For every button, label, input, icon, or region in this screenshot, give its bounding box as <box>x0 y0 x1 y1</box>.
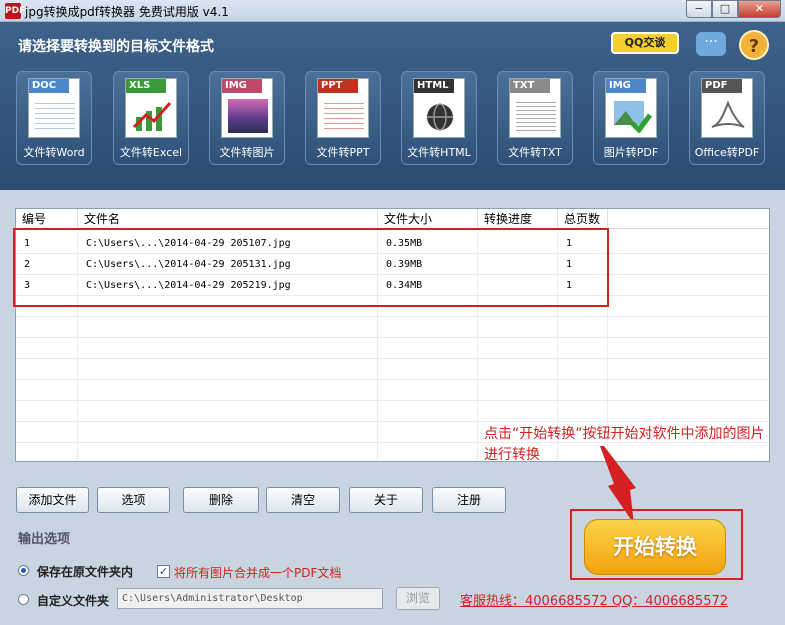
add-file-button[interactable]: 添加文件 <box>16 487 89 513</box>
qq-chat-button[interactable]: QQ交谈 <box>611 32 679 54</box>
close-button[interactable]: ✕ <box>738 0 781 18</box>
empty-row <box>16 401 769 422</box>
column-header-filename[interactable]: 文件名 <box>78 209 378 229</box>
save-original-radio[interactable] <box>18 565 29 576</box>
options-button[interactable]: 选项 <box>97 487 170 513</box>
word-doc-icon: DOC <box>28 78 80 138</box>
tool-label: 文件转HTML <box>407 146 471 159</box>
tool-label: 图片转PDF <box>603 146 659 159</box>
table-header: 编号 文件名 文件大小 转换进度 总页数 <box>16 209 769 229</box>
html-globe-icon: HTML <box>413 78 465 138</box>
image-check-icon: IMG <box>605 78 657 138</box>
format-header: 请选择要转换到的目标文件格式 QQ交谈 ··· ? DOC 文件转Word XL… <box>0 22 785 190</box>
about-button[interactable]: 关于 <box>349 487 423 513</box>
title-bar: PDF jpg转换成pdf转换器 免费试用版 v4.1 − □ ✕ <box>0 0 785 22</box>
pdf-acrobat-icon: PDF <box>701 78 753 138</box>
tool-txt[interactable]: TXT 文件转TXT <box>497 71 573 165</box>
column-header-id[interactable]: 编号 <box>16 209 78 229</box>
custom-folder-label[interactable]: 自定义文件夹 <box>37 592 109 609</box>
empty-row <box>16 380 769 401</box>
tool-word[interactable]: DOC 文件转Word <box>16 71 92 165</box>
column-header-pages[interactable]: 总页数 <box>558 209 608 229</box>
tool-ppt[interactable]: PPT 文件转PPT <box>305 71 381 165</box>
tool-image[interactable]: IMG 文件转图片 <box>209 71 285 165</box>
header-title: 请选择要转换到的目标文件格式 <box>18 39 214 55</box>
tool-excel[interactable]: XLS 文件转Excel <box>113 71 189 165</box>
output-path-input[interactable]: C:\Users\Administrator\Desktop <box>117 588 383 609</box>
start-convert-button[interactable]: 开始转换 <box>584 519 726 575</box>
excel-chart-icon: XLS <box>125 78 177 138</box>
clear-button[interactable]: 清空 <box>266 487 340 513</box>
browse-button[interactable]: 浏览 <box>396 587 440 610</box>
txt-doc-icon: TXT <box>509 78 561 138</box>
tool-image-to-pdf[interactable]: IMG 图片转PDF <box>593 71 669 165</box>
tool-html[interactable]: HTML 文件转HTML <box>401 71 477 165</box>
column-header-progress[interactable]: 转换进度 <box>478 209 558 229</box>
empty-row <box>16 359 769 380</box>
help-icon[interactable]: ? <box>739 30 769 60</box>
app-icon: PDF <box>5 3 25 19</box>
register-button[interactable]: 注册 <box>432 487 506 513</box>
merge-pdf-checkbox[interactable]: ✓ <box>157 565 170 578</box>
column-header-size[interactable]: 文件大小 <box>378 209 478 229</box>
tool-office-to-pdf[interactable]: PDF Office转PDF <box>689 71 765 165</box>
minimize-button[interactable]: − <box>686 0 712 18</box>
custom-folder-radio[interactable] <box>18 594 29 605</box>
output-options-title: 输出选项 <box>18 532 71 547</box>
chat-bubble-icon[interactable]: ··· <box>696 32 726 56</box>
empty-row <box>16 317 769 338</box>
save-original-label[interactable]: 保存在原文件夹内 <box>37 563 133 580</box>
tool-label: 文件转TXT <box>508 146 562 159</box>
tool-label: Office转PDF <box>694 146 760 159</box>
maximize-button[interactable]: □ <box>712 0 738 18</box>
merge-pdf-label[interactable]: 将所有图片合并成一个PDF文档 <box>174 564 341 581</box>
window-controls: − □ ✕ <box>686 0 781 18</box>
ppt-doc-icon: PPT <box>317 78 369 138</box>
image-doc-icon: IMG <box>221 78 273 138</box>
delete-button[interactable]: 删除 <box>183 487 259 513</box>
empty-row <box>16 338 769 359</box>
window-title: jpg转换成pdf转换器 免费试用版 v4.1 <box>25 5 229 19</box>
file-rows-highlight <box>13 228 609 307</box>
tool-label: 文件转Word <box>23 146 85 159</box>
tool-label: 文件转PPT <box>316 146 370 159</box>
tool-label: 文件转Excel <box>119 146 183 159</box>
tool-label: 文件转图片 <box>219 146 275 159</box>
hotline-link[interactable]: 客服热线：4006685572 QQ：4006685572 <box>460 590 728 609</box>
